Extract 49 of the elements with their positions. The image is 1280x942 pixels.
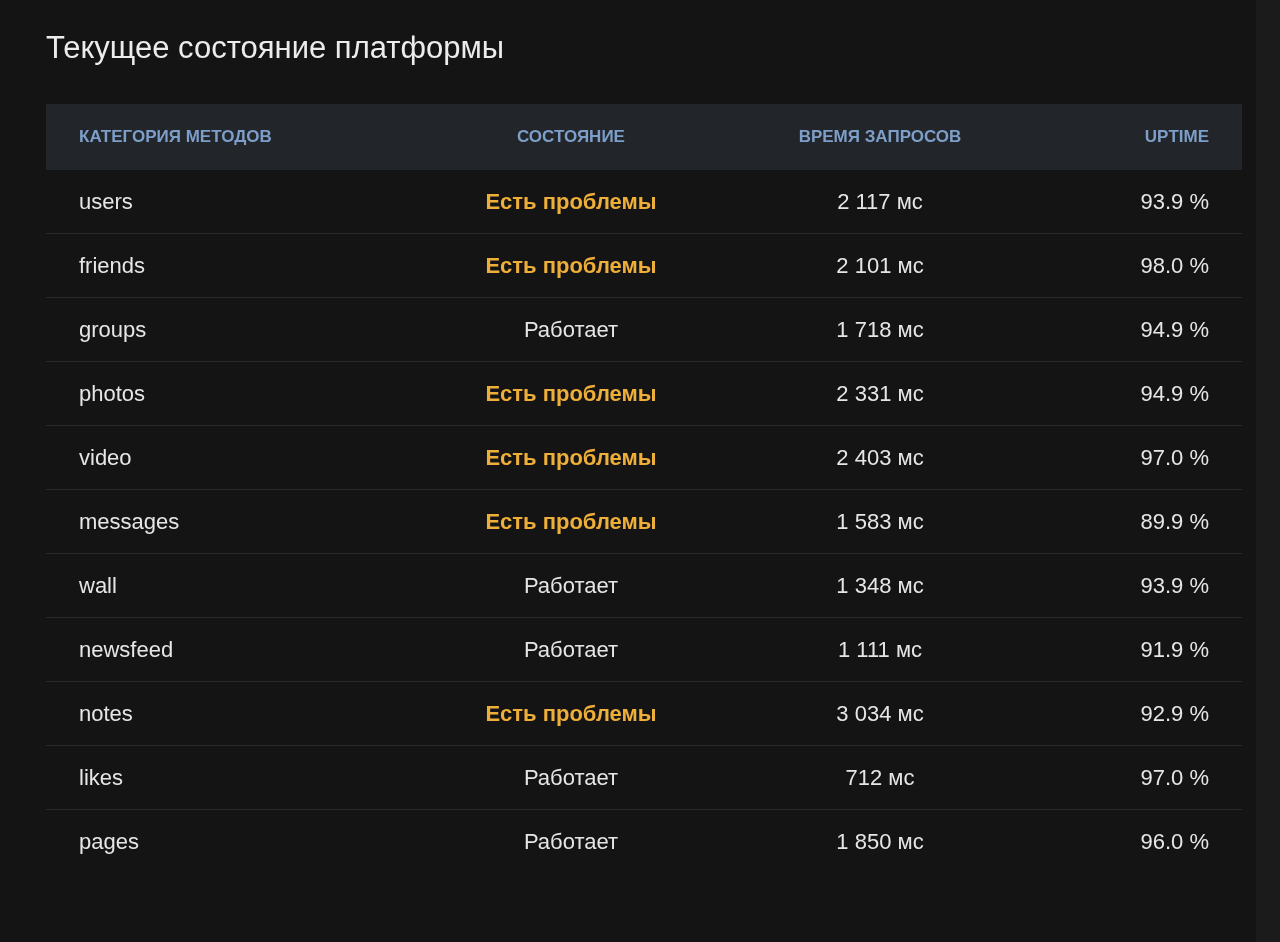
table-cell-text: 1 718 мс bbox=[835, 316, 925, 343]
status-text: Работает bbox=[522, 316, 620, 343]
table-cell-text: 91.9 % bbox=[1139, 636, 1209, 663]
table-cell-text: 2 331 мс bbox=[835, 380, 925, 407]
status-text: Есть проблемы bbox=[484, 444, 658, 471]
table-cell-text: notes bbox=[79, 700, 134, 727]
table-cell-text: 2 117 мс bbox=[836, 188, 924, 215]
table-cell-text: 93.9 % bbox=[1139, 572, 1209, 599]
table-cell-text: 1 111 мс bbox=[837, 636, 923, 663]
table-cell-text: 97.0 % bbox=[1139, 444, 1209, 471]
status-text: Работает bbox=[522, 636, 620, 663]
table-cell-text: 89.9 % bbox=[1139, 508, 1209, 535]
table-cell-text: 94.9 % bbox=[1139, 380, 1209, 407]
status-text: Есть проблемы bbox=[484, 188, 658, 215]
column-header: СОСТОЯНИЕ bbox=[516, 127, 626, 147]
table-cell-text: messages bbox=[79, 508, 181, 535]
column-header: КАТЕГОРИЯ МЕТОДОВ bbox=[79, 127, 273, 147]
table-cell-text: 2 101 мс bbox=[835, 252, 925, 279]
table-cell-text: 2 403 мс bbox=[835, 444, 925, 471]
table-cell-text: 712 мс bbox=[844, 764, 916, 791]
table-cell-text: 92.9 % bbox=[1139, 700, 1209, 727]
table-cell-text: users bbox=[79, 188, 134, 215]
status-text: Работает bbox=[522, 764, 620, 791]
table-cell-text: 1 348 мс bbox=[835, 572, 925, 599]
table-cell-text: 96.0 % bbox=[1139, 828, 1209, 855]
table-cell-text: 94.9 % bbox=[1139, 316, 1209, 343]
table-cell-text: pages bbox=[79, 828, 140, 855]
table-cell-text: 98.0 % bbox=[1139, 252, 1209, 279]
status-text: Есть проблемы bbox=[484, 508, 658, 535]
status-text: Есть проблемы bbox=[484, 252, 658, 279]
table-cell-text: photos bbox=[79, 380, 147, 407]
column-header: UPTIME bbox=[1143, 127, 1209, 147]
column-header: ВРЕМЯ ЗАПРОСОВ bbox=[797, 127, 963, 147]
table-cell-text: likes bbox=[79, 764, 124, 791]
status-text: Работает bbox=[522, 572, 620, 599]
status-text: Есть проблемы bbox=[484, 700, 658, 727]
table-cell-text: newsfeed bbox=[79, 636, 175, 663]
page-title: Текущее состояние платформы bbox=[46, 29, 506, 67]
table-cell-text: 1 583 мс bbox=[835, 508, 925, 535]
table-cell-text: 97.0 % bbox=[1139, 764, 1209, 791]
table-cell-text: 93.9 % bbox=[1139, 188, 1209, 215]
status-text: Работает bbox=[522, 828, 620, 855]
status-text: Есть проблемы bbox=[484, 380, 658, 407]
table-cell-text: 3 034 мс bbox=[835, 700, 925, 727]
table-cell-text: 1 850 мс bbox=[835, 828, 925, 855]
table-cell-text: groups bbox=[79, 316, 148, 343]
table-cell-text: wall bbox=[79, 572, 118, 599]
table-cell-text: video bbox=[79, 444, 133, 471]
table-cell-text: friends bbox=[79, 252, 147, 279]
